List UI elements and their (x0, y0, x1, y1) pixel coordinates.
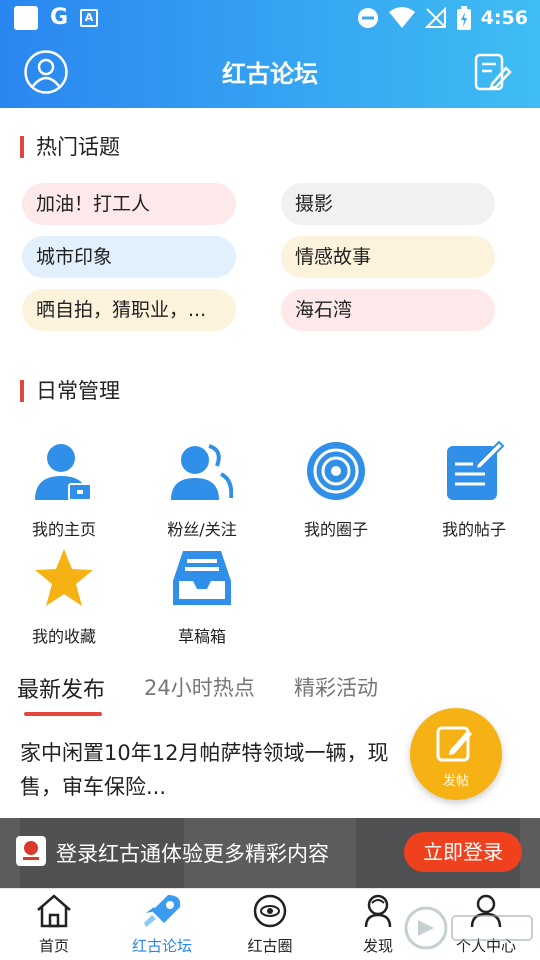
notification-square-icon (14, 6, 38, 30)
grid-label: 粉丝/关注 (167, 520, 237, 539)
topic-chip[interactable]: 加油！打工人 (22, 183, 236, 225)
signal-off-icon (424, 7, 446, 28)
edit-icon (436, 726, 472, 762)
grid-label: 我的收藏 (31, 627, 96, 646)
grid-favorites[interactable]: 我的收藏 (4, 547, 124, 647)
grid-fans[interactable]: 粉丝/关注 (142, 440, 262, 540)
compose-icon[interactable] (472, 52, 512, 92)
grid-my-home[interactable]: 我的主页 (4, 440, 124, 540)
nav-home[interactable]: 首页 (4, 893, 104, 956)
app-header: G A 4:56 红古论坛 (0, 0, 540, 108)
daily-title: 日常管理 (20, 380, 120, 402)
home-icon (37, 894, 71, 928)
tab-indicator (24, 712, 102, 716)
topic-chip[interactable]: 晒自拍，猜职业，... (22, 289, 236, 331)
nav-circle[interactable]: 红古圈 (220, 893, 320, 956)
watermark-logo (404, 906, 533, 950)
grid-my-circle[interactable]: 我的圈子 (276, 440, 396, 540)
hot-topics-title: 热门话题 (20, 136, 120, 158)
nav-label: 红古论坛 (131, 937, 192, 955)
grid-my-posts[interactable]: 我的帖子 (414, 440, 534, 540)
status-left: G A (14, 5, 99, 30)
circle-icon (307, 442, 365, 500)
app-logo-icon (16, 836, 46, 866)
topic-chip[interactable]: 摄影 (281, 183, 495, 225)
grid-drafts[interactable]: 草稿箱 (142, 547, 262, 647)
topic-chip[interactable]: 海石湾 (281, 289, 495, 331)
grid-label: 我的圈子 (303, 520, 368, 539)
wifi-icon (388, 7, 415, 28)
discover-icon (364, 894, 392, 928)
post-title[interactable]: 家中闲置10年12月帕萨特领域一辆，现售，审车保险... (20, 736, 420, 804)
login-prompt: 登录红古通体验更多精彩内容 (56, 842, 329, 866)
topic-chip[interactable]: 情感故事 (281, 236, 495, 278)
login-banner: 登录红古通体验更多精彩内容 立即登录 (0, 818, 540, 888)
tab-latest[interactable]: 最新发布 (17, 672, 105, 704)
tab-activities[interactable]: 精彩活动 (294, 672, 378, 702)
grid-label: 草稿箱 (177, 627, 226, 646)
dnd-icon (357, 8, 378, 28)
fans-icon (171, 444, 234, 500)
nav-forum[interactable]: 红古论坛 (112, 893, 212, 956)
nav-label: 首页 (38, 937, 69, 955)
app-notification-icon: A (80, 9, 99, 27)
new-post-label: 发帖 (442, 774, 469, 789)
grid-label: 我的主页 (31, 520, 96, 539)
status-time: 4:56 (480, 7, 528, 29)
google-icon: G (50, 5, 69, 30)
grid-label: 我的帖子 (441, 520, 506, 539)
nav-label: 红古圈 (247, 937, 293, 955)
login-button[interactable]: 立即登录 (404, 832, 522, 872)
page-title: 红古论坛 (222, 60, 318, 88)
status-right: 4:56 (357, 6, 528, 30)
topic-chip[interactable]: 城市印象 (22, 236, 236, 278)
tab-24h-hot[interactable]: 24小时热点 (144, 672, 255, 702)
star-icon (35, 549, 93, 606)
rocket-icon (144, 895, 181, 927)
battery-icon (456, 6, 471, 30)
user-home-icon (35, 444, 92, 501)
drafts-icon (173, 551, 231, 605)
planet-icon (253, 894, 287, 928)
new-post-button[interactable]: 发帖 (410, 708, 502, 800)
post-icon (447, 440, 505, 500)
status-bar: G A 4:56 (0, 0, 540, 36)
